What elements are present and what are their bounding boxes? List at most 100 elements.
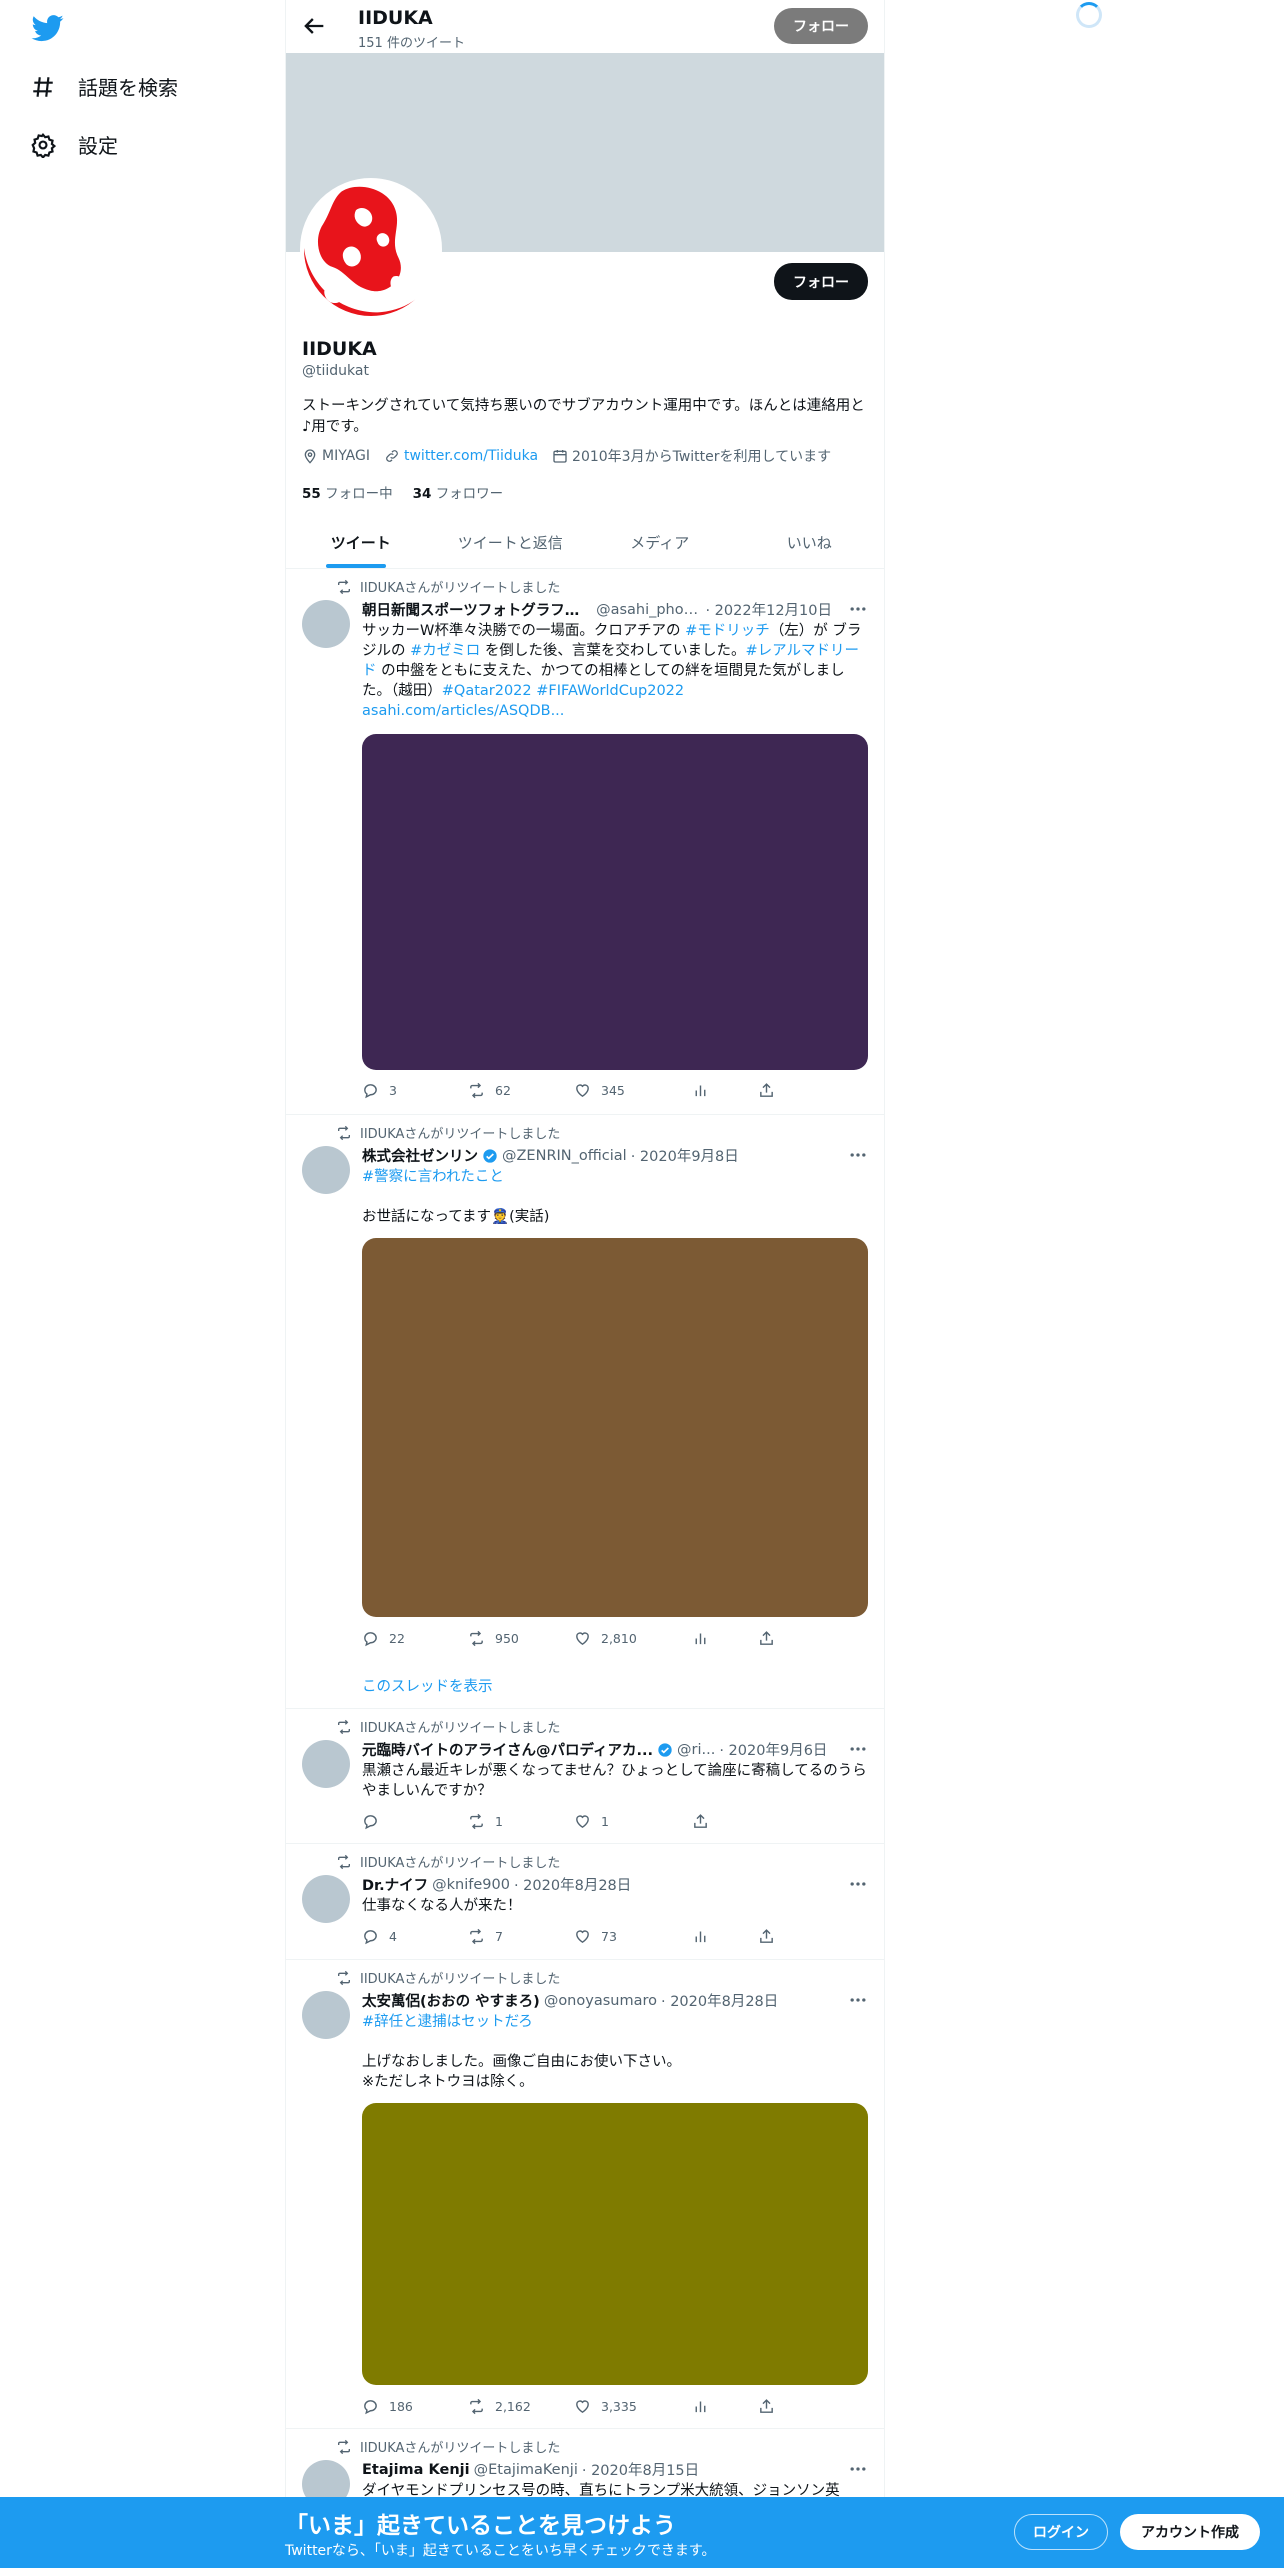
more-options-icon[interactable] (848, 2459, 868, 2479)
hashtag-icon (33, 76, 53, 97)
tweet-image[interactable] (362, 2103, 868, 2385)
more-options-icon[interactable] (848, 1739, 868, 1759)
share-button[interactable] (758, 1082, 775, 1099)
hashtag-link[interactable]: #FIFAWorldCup2022 (536, 683, 684, 699)
author-name[interactable]: 株式会社ゼンリン (362, 1145, 478, 1166)
avatar[interactable] (302, 1146, 350, 1194)
tweet-image[interactable] (362, 1238, 868, 1617)
show-thread-link[interactable]: このスレッドを表示 (362, 1675, 493, 1696)
more-options-icon[interactable] (848, 1145, 868, 1165)
reply-button[interactable]: 4 (362, 1928, 468, 1945)
tweet-date[interactable]: · 2020年9月6日 (719, 1739, 827, 1760)
nav-settings-label: 設定 (78, 134, 118, 158)
retweet-icon (338, 579, 350, 594)
profile-name: IIDUKA (302, 338, 377, 360)
reply-button[interactable]: 22 (362, 1630, 468, 1647)
hashtag-link[interactable]: #警察に言われたこと (362, 1169, 504, 1185)
signup-prompt-title: 「いま」起きていることを見つけよう (285, 2513, 676, 2539)
author-name[interactable]: 太安萬侶(おおの やすまろ) (362, 1990, 540, 2011)
author-handle[interactable]: @EtajimaKenji (474, 2462, 578, 2478)
tweet-date[interactable]: · 2020年9月8日 (631, 1145, 739, 1166)
tweet-date[interactable]: · 2020年8月15日 (582, 2459, 699, 2480)
tweet-header: 朝日新聞スポーツフォトグラファ... @asahi_phot... · 2022… (362, 599, 832, 620)
tweet-date[interactable]: · 2020年8月28日 (514, 1874, 631, 1895)
nav-explore[interactable]: 話題を検索 (30, 72, 178, 101)
more-options-icon[interactable] (848, 1874, 868, 1894)
retweet-indicator: IIDUKAさんがリツイートしました (336, 1123, 560, 1142)
following-stat[interactable]: 55 フォロー中 (302, 482, 393, 502)
retweet-button[interactable]: 62 (468, 1082, 574, 1099)
tweet-image[interactable] (362, 734, 868, 1070)
author-name[interactable]: 朝日新聞スポーツフォトグラファ... (362, 599, 592, 620)
author-handle[interactable]: @ri... (677, 1742, 715, 1758)
profile-website-link[interactable]: twitter.com/Tiiduka (404, 448, 538, 464)
share-button[interactable] (758, 1630, 775, 1647)
hashtag-link[interactable]: #辞任と逮捕はセットだろ (362, 2014, 533, 2030)
more-options-icon[interactable] (848, 1990, 868, 2010)
analytics-button[interactable] (692, 1082, 758, 1099)
author-handle[interactable]: @asahi_phot... (596, 602, 701, 618)
tweet[interactable]: IIDUKAさんがリツイートしました 株式会社ゼンリン @ZENRIN_offi… (286, 1115, 884, 1709)
avatar[interactable] (302, 600, 350, 648)
hashtag-link[interactable]: #モドリッチ (685, 623, 770, 639)
profile-follow-button[interactable]: フォロー (774, 263, 868, 300)
like-button[interactable]: 1 (574, 1813, 692, 1830)
tab-media[interactable]: メディア (585, 516, 735, 568)
login-button[interactable]: ログイン (1014, 2514, 1108, 2550)
hashtag-link[interactable]: #Qatar2022 (442, 683, 532, 699)
nav-settings[interactable]: 設定 (30, 130, 118, 159)
tab-tweets-and-replies[interactable]: ツイートと返信 (436, 516, 586, 568)
like-button[interactable]: 345 (574, 1082, 692, 1099)
avatar[interactable] (302, 1875, 350, 1923)
analytics-button[interactable] (692, 1630, 758, 1647)
avatar[interactable] (302, 1991, 350, 2039)
like-button[interactable]: 3,335 (574, 2398, 692, 2415)
share-icon (760, 1631, 773, 1645)
retweet-icon (338, 1970, 350, 1985)
profile-website[interactable]: twitter.com/Tiiduka (384, 448, 538, 464)
avatar[interactable] (302, 1740, 350, 1788)
retweet-button[interactable]: 950 (468, 1630, 574, 1647)
author-name[interactable]: Dr.ナイフ (362, 1874, 428, 1895)
like-button[interactable]: 2,810 (574, 1630, 692, 1647)
author-name[interactable]: Etajima Kenji (362, 2462, 470, 2478)
tab-likes[interactable]: いいね (735, 516, 885, 568)
profile-avatar[interactable] (300, 178, 442, 320)
share-button[interactable] (758, 1928, 775, 1945)
tweet[interactable]: IIDUKAさんがリツイートしました 元臨時バイトのアライさん@パロディアカ..… (286, 1709, 884, 1844)
bar-chart-icon (695, 1633, 706, 1645)
share-icon (760, 2399, 773, 2413)
analytics-button[interactable] (692, 2398, 758, 2415)
back-arrow-icon[interactable] (300, 12, 328, 40)
author-handle[interactable]: @onoyasumaro (544, 1993, 657, 2009)
hashtag-link[interactable]: #カゼミロ (410, 643, 480, 659)
followers-stat[interactable]: 34 フォロワー (413, 482, 504, 502)
tweet[interactable]: IIDUKAさんがリツイートしました 太安萬侶(おおの やすまろ) @onoya… (286, 1960, 884, 2429)
tab-tweets[interactable]: ツイート (286, 516, 436, 568)
tweet-date[interactable]: · 2020年8月28日 (661, 1990, 778, 2011)
twitter-logo-icon[interactable] (30, 12, 66, 44)
tweet[interactable]: IIDUKAさんがリツイートしました Dr.ナイフ @knife900 · 20… (286, 1844, 884, 1960)
nav-explore-label: 話題を検索 (78, 76, 178, 100)
author-handle[interactable]: @ZENRIN_official (502, 1148, 627, 1164)
retweet-button[interactable]: 2,162 (468, 2398, 574, 2415)
reply-button[interactable] (362, 1813, 468, 1830)
retweet-button[interactable]: 1 (468, 1813, 574, 1830)
like-button[interactable]: 73 (574, 1928, 692, 1945)
analytics-button[interactable] (692, 1928, 758, 1945)
author-name[interactable]: 元臨時バイトのアライさん@パロディアカ... (362, 1739, 653, 1760)
heart-icon (576, 1815, 589, 1829)
retweet-icon (470, 1928, 483, 1945)
tweet-date[interactable]: · 2022年12月10日 (705, 599, 832, 620)
more-options-icon[interactable] (848, 599, 868, 619)
topbar-follow-button[interactable]: フォロー (774, 8, 868, 44)
reply-button[interactable]: 3 (362, 1082, 468, 1099)
share-button[interactable] (692, 1813, 709, 1830)
reply-button[interactable]: 186 (362, 2398, 468, 2415)
tweet[interactable]: IIDUKAさんがリツイートしました 朝日新聞スポーツフォトグラファ... @a… (286, 569, 884, 1115)
article-link[interactable]: asahi.com/articles/ASQDB... (362, 703, 564, 719)
share-button[interactable] (758, 2398, 775, 2415)
retweet-button[interactable]: 7 (468, 1928, 574, 1945)
signup-button[interactable]: アカウント作成 (1120, 2514, 1260, 2550)
author-handle[interactable]: @knife900 (432, 1877, 510, 1893)
